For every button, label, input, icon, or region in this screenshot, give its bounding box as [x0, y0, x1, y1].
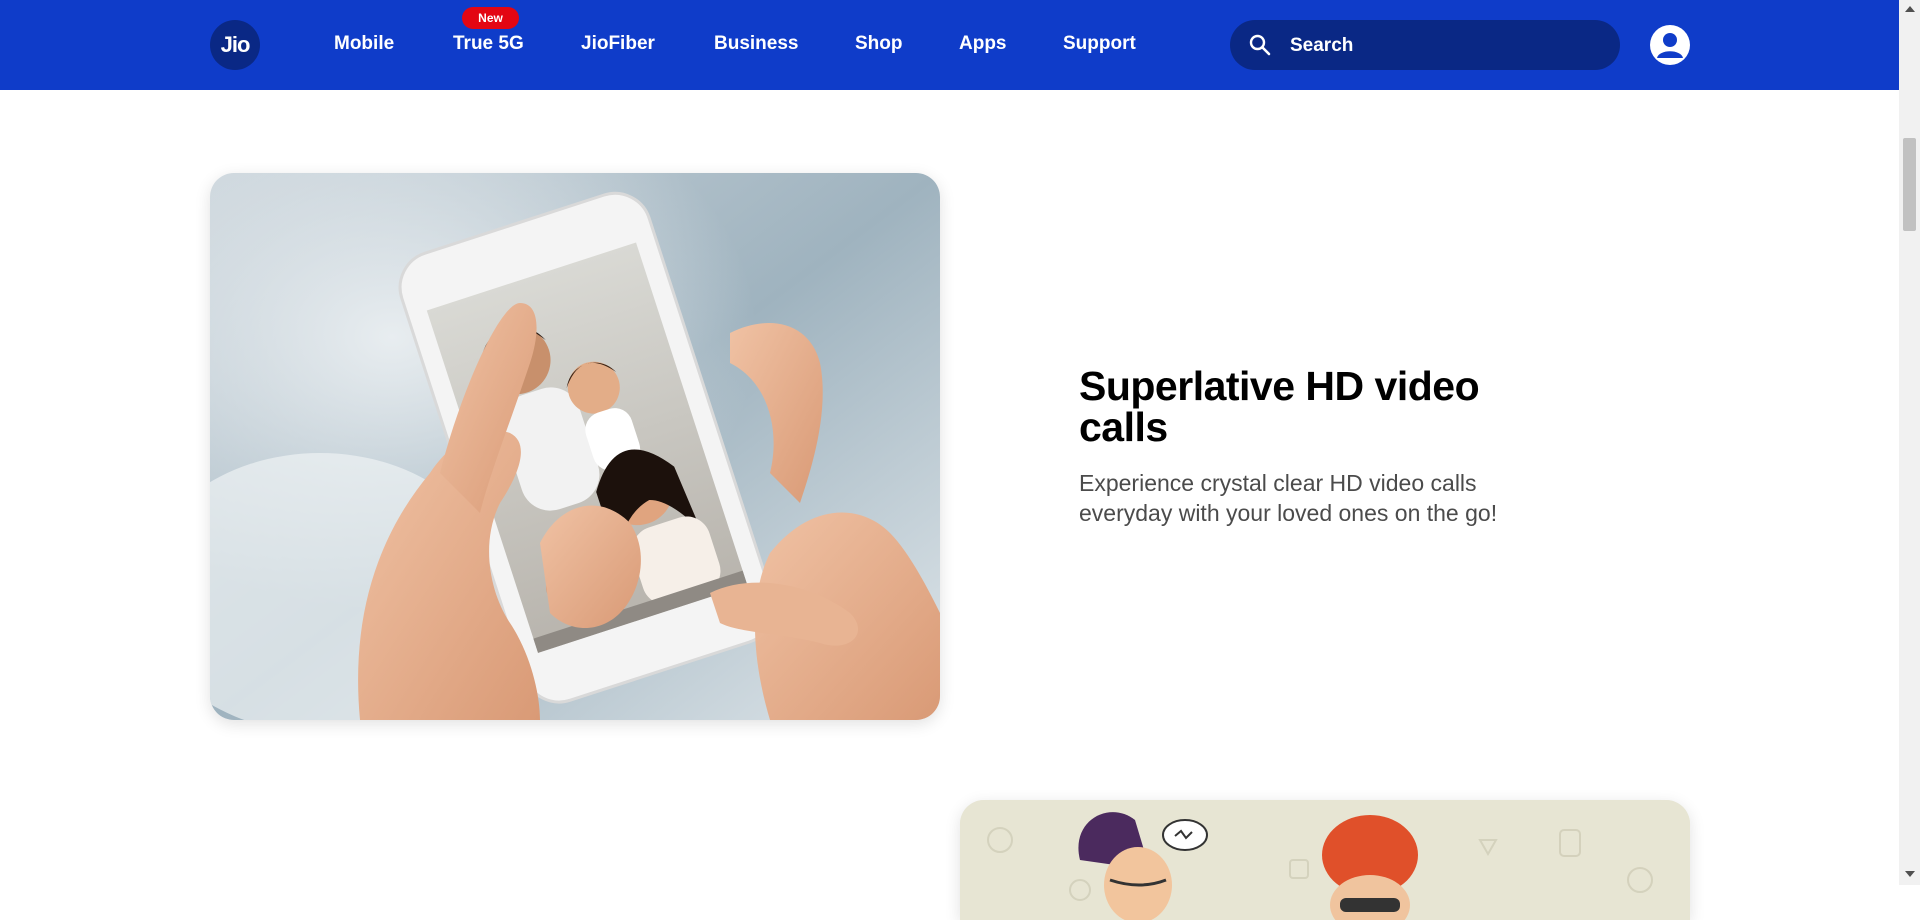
feature-description: Experience crystal clear HD video calls … [1079, 470, 1498, 526]
nav-apps[interactable]: Apps [959, 33, 1007, 55]
sticker-feature-image [960, 800, 1690, 920]
top-navigation-bar: Jio Mobile True 5G New JioFiber Business… [0, 0, 1899, 90]
video-call-photo [210, 173, 940, 720]
nav-shop[interactable]: Shop [855, 33, 903, 55]
search-bar[interactable] [1230, 20, 1620, 72]
new-badge: New [462, 7, 519, 29]
nav-mobile[interactable]: Mobile [334, 33, 394, 55]
scrollbar-thumb[interactable] [1903, 138, 1916, 231]
nav-support[interactable]: Support [1063, 33, 1136, 55]
search-icon [1249, 34, 1271, 56]
page-scrollbar[interactable] [1899, 0, 1920, 885]
feature-title: Superlative HD video calls [1079, 363, 1480, 450]
user-avatar-icon[interactable] [1650, 25, 1690, 65]
nav-jiofiber[interactable]: JioFiber [581, 33, 655, 55]
scroll-down-arrow-icon[interactable] [1905, 871, 1915, 877]
nav-business[interactable]: Business [714, 33, 798, 55]
jio-logo[interactable]: Jio [210, 20, 260, 70]
nav-true-5g[interactable]: True 5G [453, 33, 524, 55]
search-input[interactable] [1288, 20, 1602, 72]
scroll-up-arrow-icon[interactable] [1905, 6, 1915, 12]
